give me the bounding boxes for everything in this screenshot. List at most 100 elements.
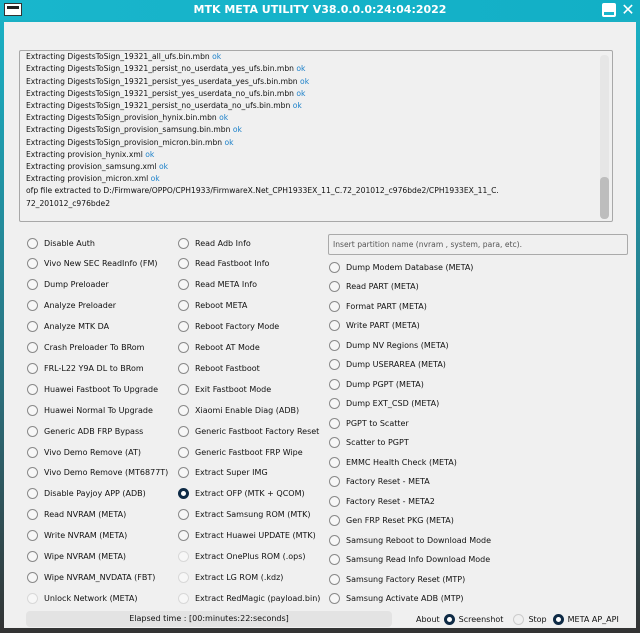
radio-button[interactable] <box>178 404 189 416</box>
option-write-part-meta[interactable]: Write PART (META) <box>329 319 420 333</box>
radio-button[interactable] <box>329 495 340 507</box>
radio-button[interactable] <box>178 425 189 437</box>
option-scatter-to-pgpt[interactable]: Scatter to PGPT <box>329 436 409 450</box>
radio-button[interactable] <box>178 383 189 395</box>
radio-button[interactable] <box>329 417 340 429</box>
about-link[interactable]: About <box>416 615 440 624</box>
option-vivo-demo-remove-mt6877t[interactable]: Vivo Demo Remove (MT6877T) <box>27 466 168 480</box>
radio-button[interactable] <box>329 534 340 546</box>
option-disable-payjoy-app-adb[interactable]: Disable Payjoy APP (ADB) <box>27 487 146 501</box>
option-unlock-network-meta[interactable]: Unlock Network (META) <box>27 591 138 605</box>
radio-button[interactable] <box>178 530 189 542</box>
radio-button[interactable] <box>178 237 189 249</box>
option-reboot-fastboot[interactable]: Reboot Fastboot <box>178 361 260 375</box>
radio-button[interactable] <box>178 342 189 353</box>
radio-button[interactable] <box>329 320 340 331</box>
radio-button[interactable] <box>329 261 340 273</box>
radio-button[interactable] <box>178 446 189 458</box>
radio-button[interactable] <box>329 339 340 351</box>
radio-button[interactable] <box>178 300 189 312</box>
radio-button[interactable] <box>27 404 38 416</box>
radio-button[interactable] <box>329 437 340 448</box>
option-read-part-meta[interactable]: Read PART (META) <box>329 280 419 294</box>
radio-button[interactable] <box>27 279 38 291</box>
radio-button[interactable] <box>329 554 340 565</box>
option-samsung-factory-reset-mtp[interactable]: Samsung Factory Reset (MTP) <box>329 572 465 586</box>
radio-button[interactable] <box>178 362 189 374</box>
option-extract-super-img[interactable]: Extract Super IMG <box>178 466 268 480</box>
option-format-part-meta[interactable]: Format PART (META) <box>329 299 427 313</box>
option-extract-lg-rom-kdz[interactable]: Extract LG ROM (.kdz) <box>178 570 283 584</box>
radio-button[interactable] <box>27 258 38 270</box>
option-pgpt-to-scatter[interactable]: PGPT to Scatter <box>329 416 409 430</box>
radio-button[interactable] <box>329 476 340 487</box>
radio-button[interactable] <box>329 378 340 390</box>
radio-button[interactable] <box>27 237 38 249</box>
option-wipe-nvram-nvdata-fbt[interactable]: Wipe NVRAM_NVDATA (FBT) <box>27 570 155 584</box>
radio-button[interactable] <box>27 571 38 583</box>
option-vivo-demo-remove-at[interactable]: Vivo Demo Remove (AT) <box>27 445 141 459</box>
option-huawei-normal-to-upgrade[interactable]: Huawei Normal To Upgrade <box>27 403 153 417</box>
radio-button[interactable] <box>329 398 340 409</box>
radio-button[interactable] <box>27 425 38 437</box>
minimize-button[interactable] <box>602 3 616 17</box>
option-analyze-mtk-da[interactable]: Analyze MTK DA <box>27 320 109 334</box>
close-button[interactable]: ✕ <box>619 0 637 20</box>
option-read-nvram-meta[interactable]: Read NVRAM (META) <box>27 508 126 522</box>
radio-button[interactable] <box>178 467 189 479</box>
screenshot-radio[interactable] <box>443 613 455 625</box>
stop-radio[interactable] <box>513 613 525 625</box>
radio-button[interactable] <box>178 509 189 521</box>
meta-ap-api-radio[interactable] <box>552 613 564 625</box>
option-samsung-read-info-download-mode[interactable]: Samsung Read Info Download Mode <box>329 553 490 567</box>
option-analyze-preloader[interactable]: Analyze Preloader <box>27 299 116 313</box>
radio-button[interactable] <box>329 281 340 292</box>
option-samsung-activate-adb-mtp[interactable]: Samsung Activate ADB (MTP) <box>329 592 464 606</box>
radio-button[interactable] <box>178 571 189 583</box>
option-wipe-nvram-meta[interactable]: Wipe NVRAM (META) <box>27 550 126 564</box>
option-factory-reset-meta2[interactable]: Factory Reset - META2 <box>329 494 435 508</box>
option-huawei-fastboot-to-upgrade[interactable]: Huawei Fastboot To Upgrade <box>27 382 158 396</box>
option-dump-preloader[interactable]: Dump Preloader <box>27 278 109 292</box>
option-reboot-at-mode[interactable]: Reboot AT Mode <box>178 341 260 355</box>
radio-button[interactable] <box>27 446 38 458</box>
log-scrollbar[interactable] <box>600 55 609 219</box>
radio-button[interactable] <box>178 488 189 500</box>
radio-button[interactable] <box>178 258 189 270</box>
option-generic-adb-frp-bypass[interactable]: Generic ADB FRP Bypass <box>27 424 143 438</box>
radio-button[interactable] <box>178 551 189 562</box>
radio-button[interactable] <box>27 488 38 500</box>
radio-button[interactable] <box>178 592 189 604</box>
radio-button[interactable] <box>178 321 189 333</box>
radio-button[interactable] <box>27 300 38 312</box>
option-generic-fastboot-factory-reset[interactable]: Generic Fastboot Factory Reset <box>178 424 319 438</box>
option-dump-modem-database-meta[interactable]: Dump Modem Database (META) <box>329 260 473 274</box>
option-read-adb-info[interactable]: Read Adb Info <box>178 236 251 250</box>
option-extract-samsung-rom-mtk[interactable]: Extract Samsung ROM (MTK) <box>178 508 310 522</box>
radio-button[interactable] <box>329 515 340 526</box>
option-crash-preloader-to-brom[interactable]: Crash Preloader To BRom <box>27 341 144 355</box>
option-read-meta-info[interactable]: Read META Info <box>178 278 257 292</box>
option-vivo-new-sec-readinfo-fm[interactable]: Vivo New SEC ReadInfo (FM) <box>27 257 157 271</box>
option-xiaomi-enable-diag-adb[interactable]: Xiaomi Enable Diag (ADB) <box>178 403 299 417</box>
option-dump-ext-csd-meta[interactable]: Dump EXT_CSD (META) <box>329 397 439 411</box>
option-write-nvram-meta[interactable]: Write NVRAM (META) <box>27 529 127 543</box>
radio-button[interactable] <box>27 467 38 479</box>
partition-name-input[interactable] <box>328 234 628 255</box>
radio-button[interactable] <box>27 592 38 604</box>
radio-button[interactable] <box>329 573 340 585</box>
radio-button[interactable] <box>329 456 340 468</box>
option-frl-l22-y9a-dl-to-brom[interactable]: FRL-L22 Y9A DL to BRom <box>27 361 144 375</box>
radio-button[interactable] <box>27 321 38 333</box>
option-extract-redmagic-payload-bin[interactable]: Extract RedMagic (payload.bin) <box>178 591 320 605</box>
option-factory-reset-meta[interactable]: Factory Reset - META <box>329 475 430 489</box>
option-extract-huawei-update-mtk[interactable]: Extract Huawei UPDATE (MTK) <box>178 529 316 543</box>
radio-button[interactable] <box>329 593 340 604</box>
radio-button[interactable] <box>329 300 340 312</box>
option-gen-frp-reset-pkg-meta[interactable]: Gen FRP Reset PKG (META) <box>329 514 454 528</box>
radio-button[interactable] <box>27 362 38 374</box>
radio-button[interactable] <box>27 509 38 521</box>
option-reboot-factory-mode[interactable]: Reboot Factory Mode <box>178 320 279 334</box>
radio-button[interactable] <box>27 530 38 542</box>
option-disable-auth[interactable]: Disable Auth <box>27 236 95 250</box>
